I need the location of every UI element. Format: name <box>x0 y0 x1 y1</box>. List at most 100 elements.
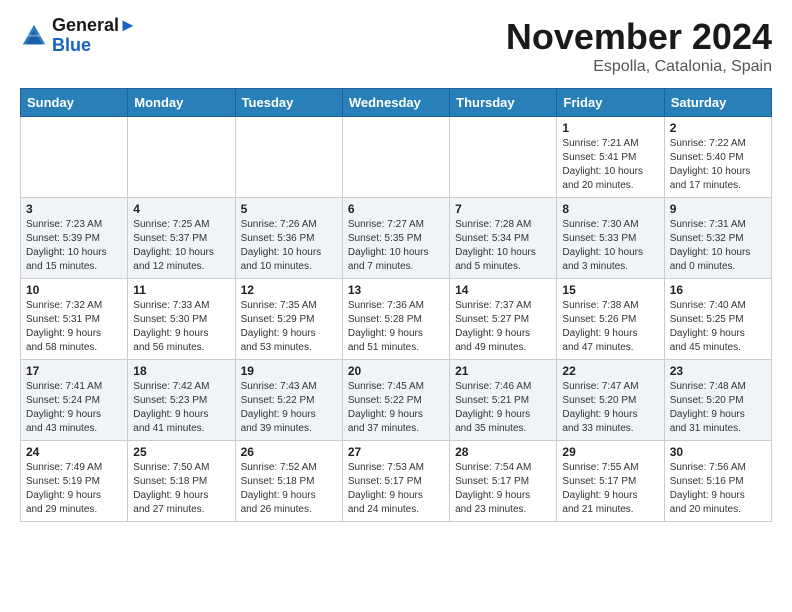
calendar-cell: 20 Sunrise: 7:45 AMSunset: 5:22 PMDayligh… <box>342 360 449 441</box>
day-info: Sunrise: 7:37 AMSunset: 5:27 PMDaylight:… <box>455 299 551 355</box>
calendar-cell: 21Sunrise: 7:46 AMSunset: 5:21 PMDayligh… <box>450 360 557 441</box>
calendar: SundayMondayTuesdayWednesdayThursdayFrid… <box>20 88 772 522</box>
page: General► Blue November 2024 Espolla, Cat… <box>0 0 792 542</box>
day-info: Sunrise: 7:42 AMSunset: 5:23 PMDaylight:… <box>133 380 229 436</box>
weekday-header-monday: Monday <box>128 89 235 117</box>
week-row-4: 17 Sunrise: 7:41 AMSunset: 5:24 PMDayligh… <box>21 360 772 441</box>
day-info: Sunrise: 7:25 AMSunset: 5:37 PMDaylight:… <box>133 218 229 274</box>
calendar-cell: 30 Sunrise: 7:56 AMSunset: 5:16 PMDayligh… <box>664 441 771 522</box>
calendar-cell: 17 Sunrise: 7:41 AMSunset: 5:24 PMDayligh… <box>21 360 128 441</box>
calendar-cell: 15 Sunrise: 7:38 AMSunset: 5:26 PMDayligh… <box>557 279 664 360</box>
day-number: 2 <box>670 121 766 135</box>
weekday-header-saturday: Saturday <box>664 89 771 117</box>
logo-icon <box>20 22 48 50</box>
calendar-cell: 24 Sunrise: 7:49 AMSunset: 5:19 PMDayligh… <box>21 441 128 522</box>
calendar-cell: 22Sunrise: 7:47 AMSunset: 5:20 PMDayligh… <box>557 360 664 441</box>
day-number: 30 <box>670 445 766 459</box>
day-number: 23 <box>670 364 766 378</box>
day-number: 12 <box>241 283 337 297</box>
day-number: 27 <box>348 445 444 459</box>
calendar-cell <box>21 117 128 198</box>
day-info: Sunrise: 7:43 AMSunset: 5:22 PMDaylight:… <box>241 380 337 436</box>
day-info: Sunrise: 7:49 AMSunset: 5:19 PMDaylight:… <box>26 461 122 517</box>
calendar-cell: 3Sunrise: 7:23 AMSunset: 5:39 PMDaylight… <box>21 198 128 279</box>
day-number: 1 <box>562 121 658 135</box>
calendar-cell: 6 Sunrise: 7:27 AMSunset: 5:35 PMDaylight… <box>342 198 449 279</box>
day-number: 9 <box>670 202 766 216</box>
calendar-cell <box>235 117 342 198</box>
day-info: Sunrise: 7:46 AMSunset: 5:21 PMDaylight:… <box>455 380 551 436</box>
week-row-3: 10Sunrise: 7:32 AMSunset: 5:31 PMDayligh… <box>21 279 772 360</box>
weekday-header-row: SundayMondayTuesdayWednesdayThursdayFrid… <box>21 89 772 117</box>
calendar-cell <box>450 117 557 198</box>
calendar-cell: 5 Sunrise: 7:26 AMSunset: 5:36 PMDaylight… <box>235 198 342 279</box>
calendar-cell: 16 Sunrise: 7:40 AMSunset: 5:25 PMDayligh… <box>664 279 771 360</box>
day-number: 4 <box>133 202 229 216</box>
calendar-cell: 9Sunrise: 7:31 AMSunset: 5:32 PMDaylight… <box>664 198 771 279</box>
day-info: Sunrise: 7:28 AMSunset: 5:34 PMDaylight:… <box>455 218 551 274</box>
week-row-1: 1 Sunrise: 7:21 AMSunset: 5:41 PMDaylight… <box>21 117 772 198</box>
logo-text: General► Blue <box>52 16 137 56</box>
day-info: Sunrise: 7:26 AMSunset: 5:36 PMDaylight:… <box>241 218 337 274</box>
day-number: 10 <box>26 283 122 297</box>
day-number: 6 <box>348 202 444 216</box>
day-number: 7 <box>455 202 551 216</box>
day-info: Sunrise: 7:53 AMSunset: 5:17 PMDaylight:… <box>348 461 444 517</box>
calendar-cell: 14Sunrise: 7:37 AMSunset: 5:27 PMDayligh… <box>450 279 557 360</box>
day-number: 20 <box>348 364 444 378</box>
day-info: Sunrise: 7:47 AMSunset: 5:20 PMDaylight:… <box>562 380 658 436</box>
header: General► Blue November 2024 Espolla, Cat… <box>20 16 772 76</box>
weekday-header-thursday: Thursday <box>450 89 557 117</box>
day-info: Sunrise: 7:30 AMSunset: 5:33 PMDaylight:… <box>562 218 658 274</box>
day-info: Sunrise: 7:38 AMSunset: 5:26 PMDaylight:… <box>562 299 658 355</box>
day-number: 29 <box>562 445 658 459</box>
calendar-cell: 28 Sunrise: 7:54 AMSunset: 5:17 PMDayligh… <box>450 441 557 522</box>
day-number: 18 <box>133 364 229 378</box>
day-info: Sunrise: 7:56 AMSunset: 5:16 PMDaylight:… <box>670 461 766 517</box>
calendar-cell: 25 Sunrise: 7:50 AMSunset: 5:18 PMDayligh… <box>128 441 235 522</box>
weekday-header-friday: Friday <box>557 89 664 117</box>
logo: General► Blue <box>20 16 137 56</box>
day-number: 8 <box>562 202 658 216</box>
day-number: 17 <box>26 364 122 378</box>
calendar-cell: 23 Sunrise: 7:48 AMSunset: 5:20 PMDayligh… <box>664 360 771 441</box>
week-row-2: 3Sunrise: 7:23 AMSunset: 5:39 PMDaylight… <box>21 198 772 279</box>
day-info: Sunrise: 7:48 AMSunset: 5:20 PMDaylight:… <box>670 380 766 436</box>
title-block: November 2024 Espolla, Catalonia, Spain <box>506 16 772 76</box>
calendar-cell: 1 Sunrise: 7:21 AMSunset: 5:41 PMDaylight… <box>557 117 664 198</box>
day-info: Sunrise: 7:52 AMSunset: 5:18 PMDaylight:… <box>241 461 337 517</box>
day-number: 25 <box>133 445 229 459</box>
calendar-cell: 18 Sunrise: 7:42 AMSunset: 5:23 PMDayligh… <box>128 360 235 441</box>
day-number: 15 <box>562 283 658 297</box>
calendar-cell: 26Sunrise: 7:52 AMSunset: 5:18 PMDayligh… <box>235 441 342 522</box>
calendar-cell: 8 Sunrise: 7:30 AMSunset: 5:33 PMDaylight… <box>557 198 664 279</box>
day-info: Sunrise: 7:45 AMSunset: 5:22 PMDaylight:… <box>348 380 444 436</box>
day-info: Sunrise: 7:35 AMSunset: 5:29 PMDaylight:… <box>241 299 337 355</box>
day-info: Sunrise: 7:41 AMSunset: 5:24 PMDaylight:… <box>26 380 122 436</box>
calendar-cell: 19 Sunrise: 7:43 AMSunset: 5:22 PMDayligh… <box>235 360 342 441</box>
day-info: Sunrise: 7:40 AMSunset: 5:25 PMDaylight:… <box>670 299 766 355</box>
day-info: Sunrise: 7:22 AMSunset: 5:40 PMDaylight:… <box>670 137 766 193</box>
day-info: Sunrise: 7:50 AMSunset: 5:18 PMDaylight:… <box>133 461 229 517</box>
day-info: Sunrise: 7:21 AMSunset: 5:41 PMDaylight:… <box>562 137 658 193</box>
day-number: 13 <box>348 283 444 297</box>
day-info: Sunrise: 7:27 AMSunset: 5:35 PMDaylight:… <box>348 218 444 274</box>
day-number: 16 <box>670 283 766 297</box>
day-number: 28 <box>455 445 551 459</box>
calendar-cell: 12 Sunrise: 7:35 AMSunset: 5:29 PMDayligh… <box>235 279 342 360</box>
day-number: 19 <box>241 364 337 378</box>
day-info: Sunrise: 7:54 AMSunset: 5:17 PMDaylight:… <box>455 461 551 517</box>
weekday-header-sunday: Sunday <box>21 89 128 117</box>
day-number: 5 <box>241 202 337 216</box>
location: Espolla, Catalonia, Spain <box>506 58 772 76</box>
day-info: Sunrise: 7:36 AMSunset: 5:28 PMDaylight:… <box>348 299 444 355</box>
calendar-cell <box>342 117 449 198</box>
calendar-cell: 2 Sunrise: 7:22 AMSunset: 5:40 PMDaylight… <box>664 117 771 198</box>
weekday-header-tuesday: Tuesday <box>235 89 342 117</box>
calendar-cell: 27 Sunrise: 7:53 AMSunset: 5:17 PMDayligh… <box>342 441 449 522</box>
calendar-cell: 7 Sunrise: 7:28 AMSunset: 5:34 PMDaylight… <box>450 198 557 279</box>
weekday-header-wednesday: Wednesday <box>342 89 449 117</box>
calendar-cell: 4 Sunrise: 7:25 AMSunset: 5:37 PMDaylight… <box>128 198 235 279</box>
calendar-cell: 29Sunrise: 7:55 AMSunset: 5:17 PMDayligh… <box>557 441 664 522</box>
day-number: 24 <box>26 445 122 459</box>
